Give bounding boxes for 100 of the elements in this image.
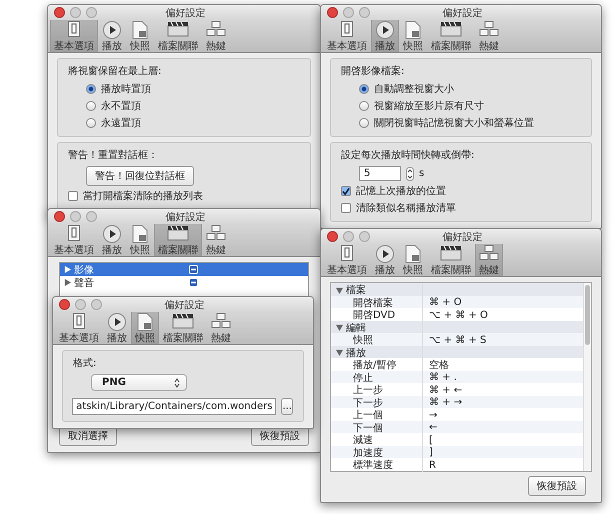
shortcut-cell[interactable]: ⌘ + ← <box>423 383 583 397</box>
shortcut-cell[interactable]: ⌘ + → <box>423 396 583 410</box>
restore-defaults-button[interactable]: 恢復預設 <box>528 476 586 496</box>
path-field[interactable]: atskin/Library/Containers/com.wonders <box>72 398 276 415</box>
radio-button[interactable] <box>86 118 96 128</box>
radio-button[interactable] <box>86 84 96 94</box>
group-row[interactable]: 播放 <box>331 346 583 358</box>
toolbar-tab[interactable]: 快照 <box>126 224 154 256</box>
shortcut-cell[interactable]: 空格 <box>423 358 583 372</box>
unit-label: s <box>419 168 424 179</box>
toolbar-tab[interactable]: 快照 <box>126 20 154 52</box>
toolbar-tab[interactable]: 快照 <box>131 312 159 344</box>
checkbox-label: 清除類似名稱播放清單 <box>356 202 456 215</box>
radio-button[interactable] <box>86 101 96 111</box>
seconds-field[interactable]: 5 <box>359 166 401 181</box>
disclosure-triangle-icon[interactable] <box>336 324 343 331</box>
shortcut-cell[interactable]: ⌥ + ⌘ + O <box>423 308 583 322</box>
toolbar-tab[interactable]: 播放 <box>103 312 131 344</box>
minus-icon[interactable] <box>189 278 198 287</box>
toolbar-tab[interactable]: 檔案關聯 <box>154 20 202 52</box>
reset-dialogs-button[interactable]: 警告！回復位對話框 <box>86 166 194 186</box>
toolbar-tab[interactable]: 快照 <box>399 20 427 52</box>
minimize-button[interactable] <box>70 7 81 18</box>
toolbar-tab[interactable]: 基本選項 <box>323 244 371 276</box>
window-title: 偏好設定 <box>164 6 206 20</box>
toolbar-tab[interactable]: 熱鍵 <box>475 244 503 276</box>
zoom-button[interactable] <box>91 299 102 310</box>
up-down-arrows-icon <box>174 378 180 388</box>
minimize-button[interactable] <box>343 7 354 18</box>
disclosure-triangle-icon[interactable] <box>336 286 343 294</box>
switch-icon <box>73 313 85 329</box>
shortcut-cell[interactable]: R <box>423 458 583 472</box>
toolbar-tab[interactable]: 基本選項 <box>323 20 371 52</box>
radio-button[interactable] <box>359 84 369 94</box>
radio-button[interactable] <box>359 118 369 128</box>
minimize-button[interactable] <box>75 299 86 310</box>
radio-label: 自動調整視窗大小 <box>374 82 454 96</box>
minus-icon[interactable] <box>189 265 198 274</box>
shortcut-cell[interactable]: ] <box>423 446 583 460</box>
shortcut-cell[interactable]: ← <box>423 420 583 434</box>
format-popup[interactable]: PNG <box>91 374 187 391</box>
shortcut-cell[interactable]: → <box>423 408 583 422</box>
disclosure-triangle-icon[interactable] <box>336 349 343 356</box>
section-heading: 設定每次播放時間快轉或倒帶: <box>341 148 476 162</box>
shortcut-cell[interactable]: ⌘ + O <box>423 296 583 310</box>
file-type-row[interactable]: 聲音 <box>60 276 308 289</box>
keys-icon <box>211 313 231 329</box>
toolbar-tab[interactable]: 基本選項 <box>50 224 98 256</box>
scrollbar[interactable] <box>583 283 591 470</box>
file-type-label: 聲音 <box>74 276 95 290</box>
toolbar-tab[interactable]: 熱鍵 <box>202 224 230 256</box>
toolbar-tab[interactable]: 播放 <box>98 20 126 52</box>
zoom-button[interactable] <box>86 7 97 18</box>
toolbar-tab[interactable]: 熱鍵 <box>202 20 230 52</box>
toolbar-tab[interactable]: 檔案關聯 <box>154 224 202 256</box>
radio-label: 視窗縮放至影片原有尺寸 <box>374 100 484 113</box>
zoom-button[interactable] <box>86 211 97 222</box>
stepper-icon[interactable] <box>406 166 414 180</box>
close-button[interactable] <box>59 299 70 310</box>
toolbar-tab[interactable]: 播放 <box>371 20 399 52</box>
minimize-button[interactable] <box>70 211 81 222</box>
toolbar-tab[interactable]: 播放 <box>98 224 126 256</box>
toolbar-tab[interactable]: 快照 <box>399 244 427 276</box>
checkbox[interactable] <box>68 191 78 201</box>
toolbar-tab[interactable]: 播放 <box>371 244 399 276</box>
checkbox[interactable] <box>341 203 351 213</box>
checkbox-label: 當打開檔案清除的播放列表 <box>83 190 203 203</box>
checkbox[interactable] <box>341 186 351 196</box>
file-type-row[interactable]: 影像 <box>60 263 308 276</box>
group-row[interactable]: 檔案 <box>331 283 583 296</box>
browse-button[interactable]: ... <box>281 398 293 415</box>
section-heading: 格式: <box>73 356 98 370</box>
radio-button[interactable] <box>359 101 369 111</box>
toolbar-tab[interactable]: 熱鍵 <box>475 20 503 52</box>
zoom-button[interactable] <box>359 231 370 242</box>
toolbar-tab[interactable]: 基本選項 <box>55 312 103 344</box>
toolbar-tab[interactable]: 檔案關聯 <box>159 312 207 344</box>
close-button[interactable] <box>327 7 338 18</box>
toolbar-tab[interactable]: 基本選項 <box>50 20 98 52</box>
clapperboard-icon <box>172 313 194 329</box>
toolbar-tab[interactable]: 熱鍵 <box>207 312 235 344</box>
toolbar-tab[interactable]: 檔案關聯 <box>427 244 475 276</box>
shortcut-cell[interactable]: ⌥ + ⌘ + S <box>423 333 583 347</box>
section-heading: 將視窗保留在最上層: <box>68 64 162 78</box>
section-heading: 開啓影像檔案: <box>341 64 406 78</box>
close-button[interactable] <box>54 211 65 222</box>
shortcut-cell[interactable]: ⌘ + . <box>423 370 583 384</box>
keys-icon <box>479 245 499 261</box>
keys-icon <box>479 21 499 37</box>
checkbox-label: 記憶上次播放的位置 <box>356 184 446 198</box>
toolbar-tab[interactable]: 檔案關聯 <box>427 20 475 52</box>
keys-icon <box>206 21 226 37</box>
shortcut-cell[interactable]: [ <box>423 433 583 447</box>
minimize-button[interactable] <box>343 231 354 242</box>
clapperboard-icon <box>440 245 462 261</box>
zoom-button[interactable] <box>359 7 370 18</box>
file-type-label: 影像 <box>74 264 95 276</box>
close-button[interactable] <box>327 231 338 242</box>
group-row[interactable]: 編輯 <box>331 320 583 333</box>
close-button[interactable] <box>54 7 65 18</box>
